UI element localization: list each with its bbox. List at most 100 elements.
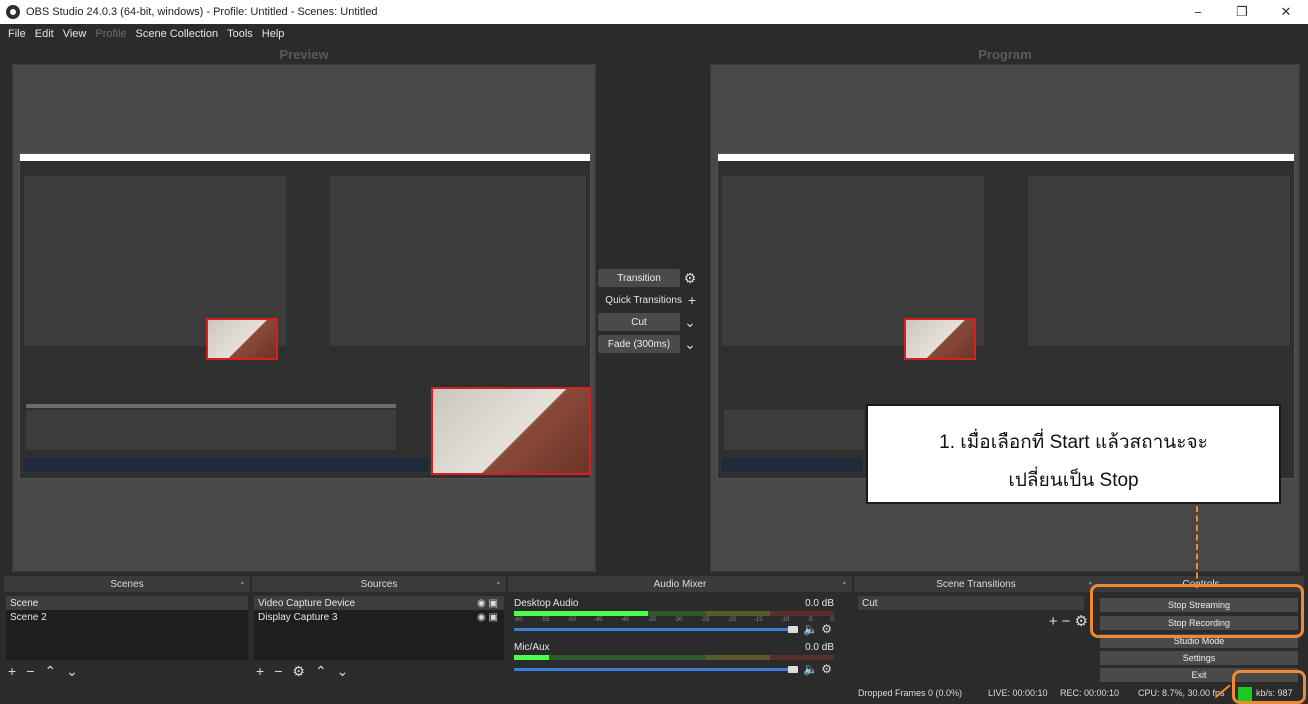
transition-button[interactable]: Transition	[598, 269, 680, 287]
add-icon[interactable]: +	[8, 663, 16, 680]
window-controls: − ❐ ✕	[1176, 0, 1308, 24]
nested-taskbar	[24, 458, 428, 472]
menu-profile[interactable]: Profile	[95, 28, 126, 40]
quick-transitions-label: Quick Transitions	[605, 294, 682, 306]
remove-icon[interactable]: −	[26, 663, 34, 680]
sources-title: Sources	[360, 578, 398, 590]
volume-fader[interactable]	[514, 628, 798, 631]
scenes-title: Scenes	[110, 578, 144, 590]
status-bar: Dropped Frames 0 (0.0%) LIVE: 00:00:10 R…	[0, 684, 1308, 704]
chevron-down-icon[interactable]: ⌄	[680, 336, 700, 353]
fader-handle[interactable]	[788, 666, 798, 673]
desktop-audio-channel: Desktop Audio 0.0 dB -60 -55 -50 -45 -40 -35 -…	[514, 598, 838, 638]
title-bar: OBS Studio 24.0.3 (64-bit, windows) - Pr…	[0, 0, 1308, 24]
annotation-highlight-status	[1232, 670, 1306, 704]
rec-time: REC: 00:00:10	[1060, 688, 1120, 698]
nested-camera-feed	[206, 318, 278, 360]
tick-label: -20	[727, 617, 736, 623]
settings-button[interactable]: Settings	[1100, 651, 1298, 665]
live-time: LIVE: 00:00:10	[988, 688, 1048, 698]
gear-icon[interactable]: ⚙	[680, 270, 700, 287]
remove-icon[interactable]: −	[274, 663, 282, 680]
video-capture-source[interactable]	[431, 387, 591, 475]
plus-icon[interactable]: +	[682, 292, 702, 308]
dropped-frames: Dropped Frames 0 (0.0%)	[858, 688, 963, 698]
speaker-gear-icon[interactable]: 🔈 ⚙	[803, 622, 832, 636]
menu-view[interactable]: View	[63, 28, 87, 40]
chevron-up-icon[interactable]: ⌃	[315, 663, 327, 680]
close-button[interactable]: ✕	[1264, 0, 1308, 24]
preview-canvas[interactable]	[12, 64, 596, 572]
eye-lock-icon[interactable]: ◉ ▣	[477, 612, 498, 623]
volume-meter	[514, 611, 834, 616]
menu-tools[interactable]: Tools	[227, 28, 253, 40]
program-label: Program	[978, 47, 1032, 62]
channel-name: Desktop Audio	[514, 598, 579, 609]
tick-label: -55	[540, 617, 550, 623]
audio-mixer-dock: Audio Mixer ▪ Desktop Audio 0.0 dB -60 -55…	[508, 576, 852, 684]
meter-ticks: -60 -55 -50 -45 -40 -35 -30 -25 -20 -15 -10 -5 0	[514, 617, 834, 623]
chevron-down-icon[interactable]: ⌄	[66, 663, 78, 680]
sources-list: Video Capture Device ◉ ▣ Display Capture …	[254, 596, 504, 660]
window-title: OBS Studio 24.0.3 (64-bit, windows) - Pr…	[26, 6, 378, 18]
callout-line-2: เปลี่ยนเป็น Stop	[1008, 470, 1139, 491]
tick-label: -60	[514, 617, 523, 623]
tick-label: -25	[700, 617, 710, 623]
fader-handle[interactable]	[788, 626, 798, 633]
speaker-gear-icon[interactable]: 🔈 ⚙	[803, 662, 832, 676]
cut-button[interactable]: Cut	[598, 313, 680, 331]
volume-fader[interactable]	[514, 668, 798, 671]
transition-select[interactable]: Cut	[858, 596, 1084, 610]
channel-name: Mic/Aux	[514, 642, 550, 653]
chevron-down-icon[interactable]: ⌄	[680, 314, 700, 331]
menu-help[interactable]: Help	[262, 28, 285, 40]
eye-lock-icon[interactable]: ◉ ▣	[477, 598, 498, 609]
tick-label: -10	[780, 617, 790, 623]
scene-transitions-title: Scene Transitions	[936, 578, 1016, 590]
menu-edit[interactable]: Edit	[35, 28, 54, 40]
list-item[interactable]: Scene 2	[6, 610, 248, 624]
maximize-button[interactable]: ❐	[1220, 0, 1264, 24]
nested-dock-headers	[26, 404, 396, 408]
menu-bar: File Edit View Profile Scene Collection …	[0, 24, 1308, 44]
scenes-list: Scene Scene 2	[6, 596, 248, 660]
source-name: Video Capture Device	[258, 597, 356, 609]
nested-program	[1028, 176, 1290, 346]
sources-header: Sources ▪	[252, 576, 506, 592]
add-remove-gear-icons[interactable]: + − ⚙	[1049, 612, 1088, 630]
sources-toolbar: + − ⚙ ⌃ ⌄	[256, 663, 348, 680]
tick-label: -45	[593, 617, 603, 623]
list-item[interactable]: Scene	[6, 596, 248, 610]
audio-mixer-header: Audio Mixer ▪	[508, 576, 852, 592]
audio-mixer-title: Audio Mixer	[653, 578, 707, 590]
menu-scene-collection[interactable]: Scene Collection	[136, 28, 219, 40]
minimize-button[interactable]: −	[1176, 0, 1220, 24]
scene-transitions-header: Scene Transitions ▪	[854, 576, 1098, 592]
annotation-dashed-line	[1196, 506, 1198, 588]
tick-label: -35	[647, 617, 656, 623]
scene-transitions-dock: Scene Transitions ▪ Cut + − ⚙	[854, 576, 1098, 684]
tick-label: -30	[673, 617, 683, 623]
scenes-dock: Scenes ▪ Scene Scene 2 + − ⌃ ⌄	[4, 576, 250, 684]
nested-title-bar	[20, 154, 590, 161]
tick-label: -40	[620, 617, 630, 623]
pin-icon[interactable]: ▪	[843, 578, 846, 588]
annotation-callout: 1. เมื่อเลือกที่ Start แล้วสถานะจะ เปลี่…	[866, 404, 1281, 504]
channel-db: 0.0 dB	[805, 598, 834, 609]
pin-icon[interactable]: ▪	[497, 578, 500, 588]
menu-file[interactable]: File	[8, 28, 26, 40]
fade-button[interactable]: Fade (300ms)	[598, 335, 680, 353]
gear-icon[interactable]: ⚙	[292, 663, 305, 680]
chevron-down-icon[interactable]: ⌄	[337, 663, 349, 680]
nested-docks	[26, 410, 396, 450]
pin-icon[interactable]: ▪	[241, 578, 244, 588]
tick-label: -15	[753, 617, 763, 623]
chevron-up-icon[interactable]: ⌃	[44, 663, 56, 680]
nested-camera-feed	[904, 318, 976, 360]
list-item[interactable]: Display Capture 3 ◉ ▣	[254, 610, 504, 624]
sources-dock: Sources ▪ Video Capture Device ◉ ▣ Display…	[252, 576, 506, 684]
transition-value: Cut	[862, 597, 878, 609]
scenes-header: Scenes ▪	[4, 576, 250, 592]
add-icon[interactable]: +	[256, 663, 264, 680]
list-item[interactable]: Video Capture Device ◉ ▣	[254, 596, 504, 610]
